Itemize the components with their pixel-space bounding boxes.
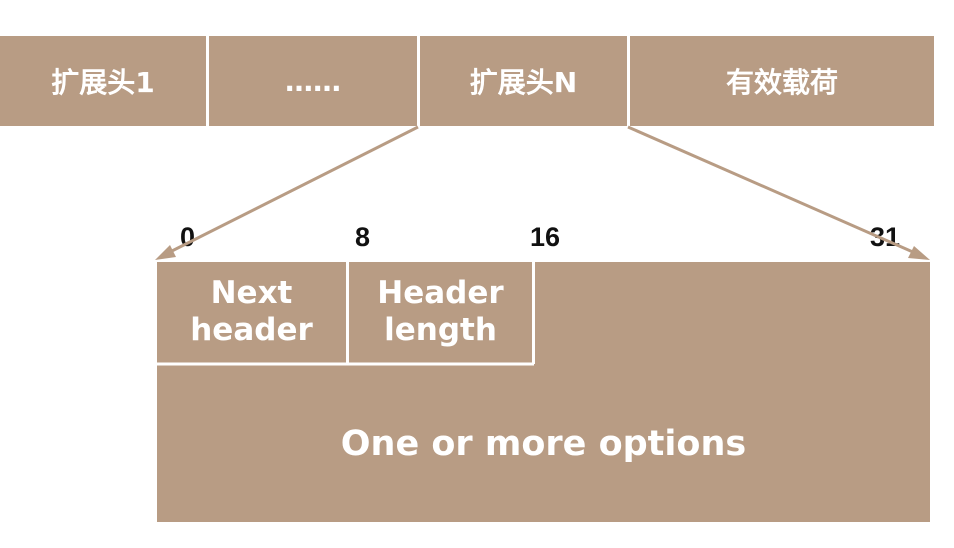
- expansion-arrow-right: [627, 125, 923, 258]
- expansion-arrowhead-right: [908, 246, 930, 260]
- expansion-arrow-left: [161, 125, 419, 258]
- expansion-arrowhead-left: [155, 245, 176, 260]
- expansion-arrows: [155, 125, 930, 260]
